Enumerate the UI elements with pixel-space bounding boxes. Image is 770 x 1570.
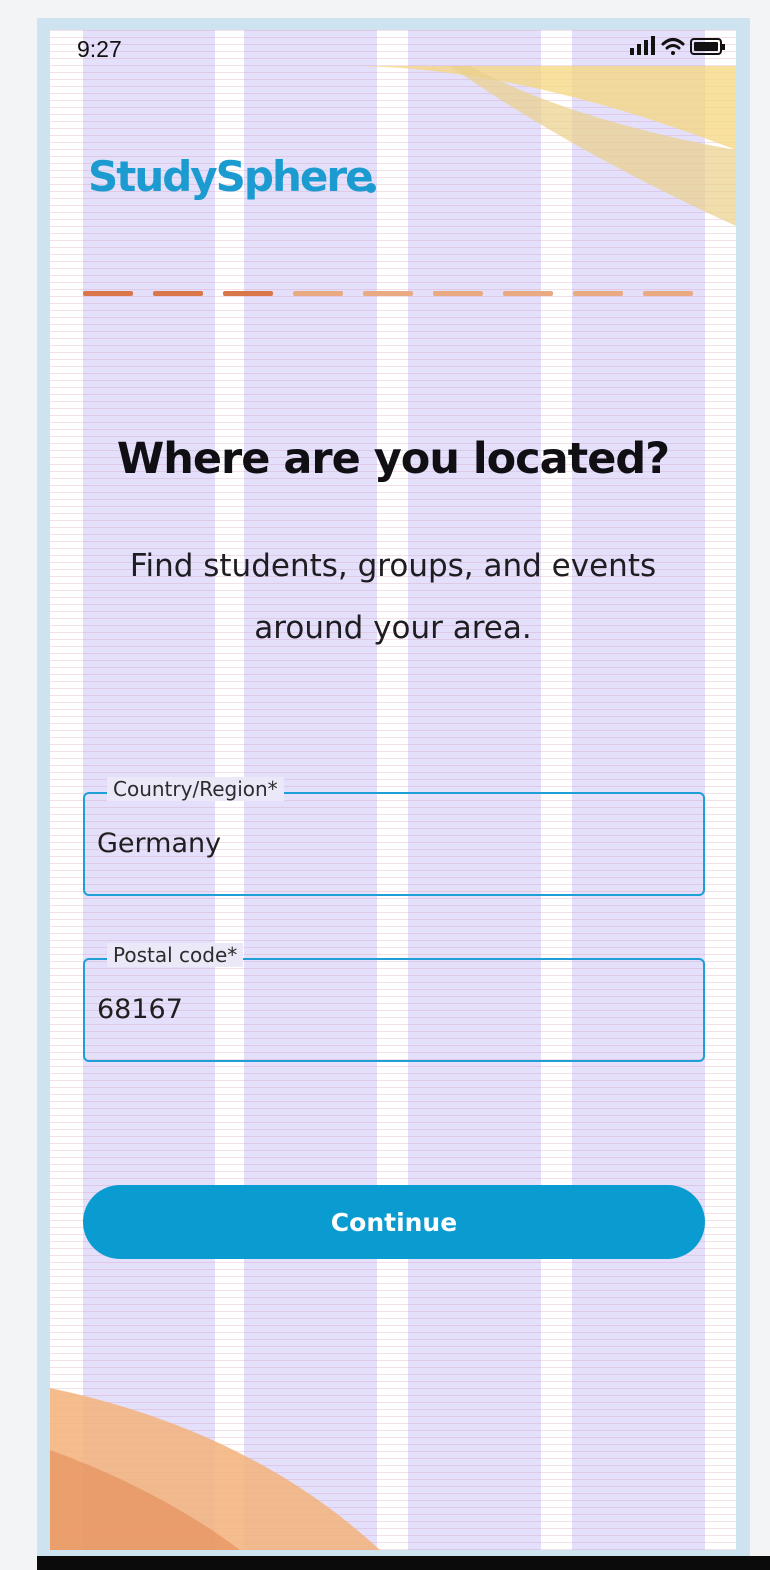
country-region-input[interactable]	[97, 828, 677, 859]
page-subtitle: Find students, groups, and events around…	[80, 535, 706, 659]
bottom-left-decoration	[50, 1388, 380, 1550]
subtitle-line-2: around your area.	[254, 610, 532, 646]
postal-code-field[interactable]: Postal code*	[83, 943, 705, 1062]
screen: 9:27 StudySphere Where are you located?	[50, 30, 736, 1550]
progress-step	[433, 291, 483, 296]
progress-step	[503, 291, 553, 296]
progress-step	[643, 291, 693, 296]
postal-code-label: Postal code*	[107, 943, 244, 967]
progress-step	[83, 291, 133, 296]
status-icons	[630, 36, 725, 55]
country-region-field[interactable]: Country/Region*	[83, 777, 705, 896]
status-time: 9:27	[77, 36, 122, 62]
subtitle-line-1: Find students, groups, and events	[129, 548, 657, 584]
battery-icon	[690, 38, 725, 55]
wifi-icon	[661, 38, 685, 55]
status-bar: 9:27	[50, 30, 736, 70]
country-region-label: Country/Region*	[107, 777, 284, 801]
progress-step	[153, 291, 203, 296]
postal-code-input[interactable]	[97, 994, 677, 1025]
progress-step	[223, 291, 273, 296]
progress-step	[363, 291, 413, 296]
progress-step	[293, 291, 343, 296]
continue-button[interactable]: Continue	[83, 1185, 705, 1259]
logo-dot-icon	[366, 183, 376, 193]
onboarding-progress	[83, 291, 705, 297]
signal-icon	[630, 36, 655, 55]
home-indicator-bar	[37, 1556, 770, 1570]
progress-step	[573, 291, 623, 296]
app-logo: StudySphere	[88, 152, 374, 201]
page-title: Where are you located?	[116, 434, 670, 484]
